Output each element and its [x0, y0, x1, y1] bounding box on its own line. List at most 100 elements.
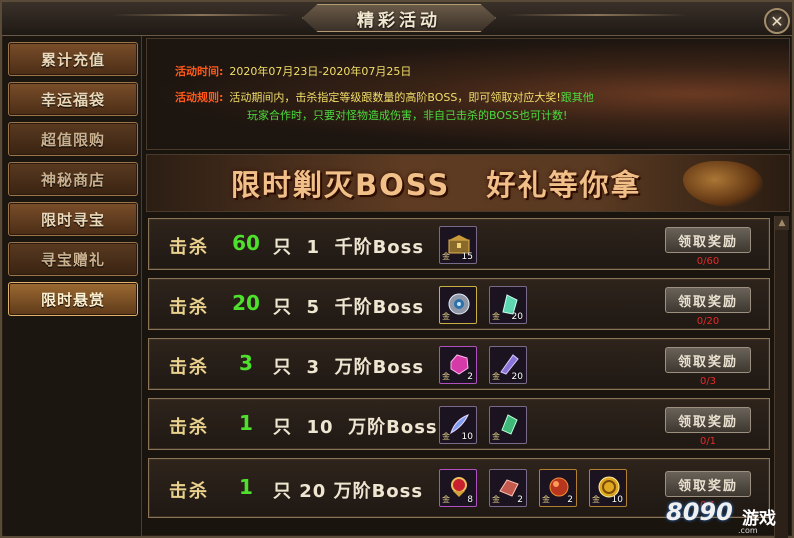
- boss-requirement: 只 5 千阶Boss: [273, 297, 425, 318]
- kill-label: 击杀: [169, 237, 209, 258]
- claim-reward-button[interactable]: 领取奖励: [665, 347, 751, 373]
- claim-reward-button[interactable]: 领取奖励: [665, 407, 751, 433]
- kill-count: 1: [239, 475, 253, 499]
- progress-text: 0/3: [699, 376, 717, 387]
- claim-label: 领取奖励: [677, 294, 738, 310]
- close-button[interactable]: ✕: [764, 8, 790, 34]
- sidebar-item-treasure-gift[interactable]: 寻宝赠礼: [8, 242, 138, 276]
- kill-label: 击杀: [169, 417, 209, 438]
- sidebar: 累计充值 幸运福袋 超值限购 神秘商店 限时寻宝 寻宝赠礼 限时悬赏: [4, 36, 142, 536]
- progress-text: 0/60: [696, 256, 720, 267]
- rule-label: 活动规则:: [175, 91, 224, 104]
- boss-requirement: 只 1 千阶Boss: [273, 237, 425, 258]
- sidebar-item-label: 限时寻宝: [40, 210, 105, 229]
- sidebar-item-label: 累计充值: [40, 50, 105, 69]
- activity-time-row: 活动时间: 2020年07月23日-2020年07月25日: [175, 63, 411, 81]
- gold-badge: 金: [442, 252, 450, 261]
- claim-label: 领取奖励: [677, 234, 738, 250]
- orb-icon[interactable]: 金 2: [539, 469, 577, 507]
- headline-banner: 限时剿灭BOSS 好礼等你拿: [146, 154, 790, 212]
- red-crystal-icon[interactable]: 金 2: [489, 469, 527, 507]
- sidebar-item-label: 神秘商店: [40, 170, 105, 189]
- activity-rule-row-2: 玩家合作时，只要对怪物造成伤害，非自己击杀的BOSS也可计数!: [247, 107, 567, 125]
- activity-window: 精彩活动 ✕ 累计充值 幸运福袋 超值限购 神秘商店 限时寻宝 寻宝赠礼 限时悬…: [0, 0, 794, 538]
- kill-label: 击杀: [169, 357, 209, 378]
- purple-crystal-icon[interactable]: 金 20: [489, 346, 527, 384]
- reward-count: 20: [511, 372, 523, 382]
- compass-icon[interactable]: 金: [439, 286, 477, 324]
- sidebar-item-lucky-bag[interactable]: 幸运福袋: [8, 82, 138, 116]
- kill-label: 击杀: [169, 481, 209, 502]
- boss-requirement: 只 10 万阶Boss: [273, 417, 438, 438]
- gold-badge: 金: [442, 432, 450, 441]
- rule-text-1b: 跟其他: [560, 91, 594, 104]
- close-icon: ✕: [770, 11, 784, 31]
- boss-requirement: 只 20 万阶Boss: [273, 481, 424, 502]
- bounty-list: ▲ 击杀 60 只 1 千阶Boss 金 15 领取奖励 0/60 击杀 20 …: [146, 216, 790, 538]
- kill-count: 3: [239, 351, 253, 375]
- sidebar-item-bounty[interactable]: 限时悬赏: [8, 282, 138, 316]
- gold-badge: 金: [492, 312, 500, 321]
- dragon-art: [683, 161, 763, 207]
- headline-text: 限时剿灭BOSS 好礼等你拿: [231, 168, 642, 202]
- progress-text: 0/1: [699, 500, 717, 511]
- reward-count: 2: [517, 495, 523, 505]
- sidebar-item-label: 寻宝赠礼: [40, 250, 105, 269]
- chest-icon[interactable]: 金 15: [439, 226, 477, 264]
- boss-requirement: 只 3 万阶Boss: [273, 357, 425, 378]
- legend-coin-icon[interactable]: 金 10: [589, 469, 627, 507]
- kill-label: 击杀: [169, 297, 209, 318]
- reward-count: 2: [567, 495, 573, 505]
- bounty-row: 击杀 3 只 3 万阶Boss 金 2 金 20 领取奖励 0/3: [148, 338, 770, 390]
- progress-text: 0/20: [696, 316, 720, 327]
- time-value: 2020年07月23日-2020年07月25日: [229, 65, 412, 78]
- gold-badge: 金: [442, 312, 450, 321]
- gold-badge: 金: [492, 495, 500, 504]
- title-bar: 精彩活动 ✕: [2, 2, 792, 36]
- gold-badge: 金: [492, 432, 500, 441]
- red-amulet-icon[interactable]: 金 8: [439, 469, 477, 507]
- kill-count: 1: [239, 411, 253, 435]
- sidebar-item-limited-buy[interactable]: 超值限购: [8, 122, 138, 156]
- time-label: 活动时间:: [175, 65, 224, 78]
- reward-count: 15: [461, 252, 473, 262]
- sidebar-item-label: 幸运福袋: [40, 90, 105, 109]
- claim-reward-button[interactable]: 领取奖励: [665, 471, 751, 497]
- feather-icon[interactable]: 金 10: [439, 406, 477, 444]
- bounty-row: 击杀 20 只 5 千阶Boss 金 金 20 领取奖励 0/20: [148, 278, 770, 330]
- bounty-row: 击杀 1 只 10 万阶Boss 金 10 金 领取奖励 0/1: [148, 398, 770, 450]
- reward-count: 10: [461, 432, 473, 442]
- claim-reward-button[interactable]: 领取奖励: [665, 287, 751, 313]
- progress-text: 0/1: [699, 436, 717, 447]
- gold-badge: 金: [442, 495, 450, 504]
- sidebar-item-treasure-hunt[interactable]: 限时寻宝: [8, 202, 138, 236]
- window-title: 精彩活动: [357, 10, 441, 31]
- kill-count: 60: [232, 231, 260, 255]
- reward-count: 2: [467, 372, 473, 382]
- bounty-row: 击杀 60 只 1 千阶Boss 金 15 领取奖励 0/60: [148, 218, 770, 270]
- title-plate: 精彩活动: [302, 4, 496, 32]
- kill-count: 20: [232, 291, 260, 315]
- scrollbar[interactable]: ▲: [774, 216, 789, 538]
- sidebar-item-label: 限时悬赏: [40, 290, 105, 309]
- reward-count: 10: [611, 495, 623, 505]
- sidebar-item-label: 超值限购: [40, 130, 105, 149]
- claim-label: 领取奖励: [677, 354, 738, 370]
- sidebar-item-mystery-shop[interactable]: 神秘商店: [8, 162, 138, 196]
- claim-reward-button[interactable]: 领取奖励: [665, 227, 751, 253]
- rule-text-1: 活动期间内，击杀指定等级跟数量的高阶BOSS，即可领取对应大奖!: [229, 91, 561, 104]
- green-crystal-icon[interactable]: 金 20: [489, 286, 527, 324]
- claim-label: 领取奖励: [677, 414, 738, 430]
- title-ornament-right: [507, 14, 687, 16]
- gold-badge: 金: [492, 372, 500, 381]
- sidebar-item-cumulative-recharge[interactable]: 累计充值: [8, 42, 138, 76]
- pink-gem-icon[interactable]: 金 2: [439, 346, 477, 384]
- gold-badge: 金: [442, 372, 450, 381]
- activity-rule-row: 活动规则: 活动期间内，击杀指定等级跟数量的高阶BOSS，即可领取对应大奖!跟其他: [175, 89, 775, 107]
- scroll-up-icon[interactable]: ▲: [775, 216, 789, 230]
- gold-badge: 金: [592, 495, 600, 504]
- claim-label: 领取奖励: [677, 478, 738, 494]
- jade-crystal-icon[interactable]: 金: [489, 406, 527, 444]
- reward-count: 20: [511, 312, 523, 322]
- rule-text-2: 玩家合作时，只要对怪物造成伤害，非自己击杀的BOSS也可计数!: [247, 109, 568, 122]
